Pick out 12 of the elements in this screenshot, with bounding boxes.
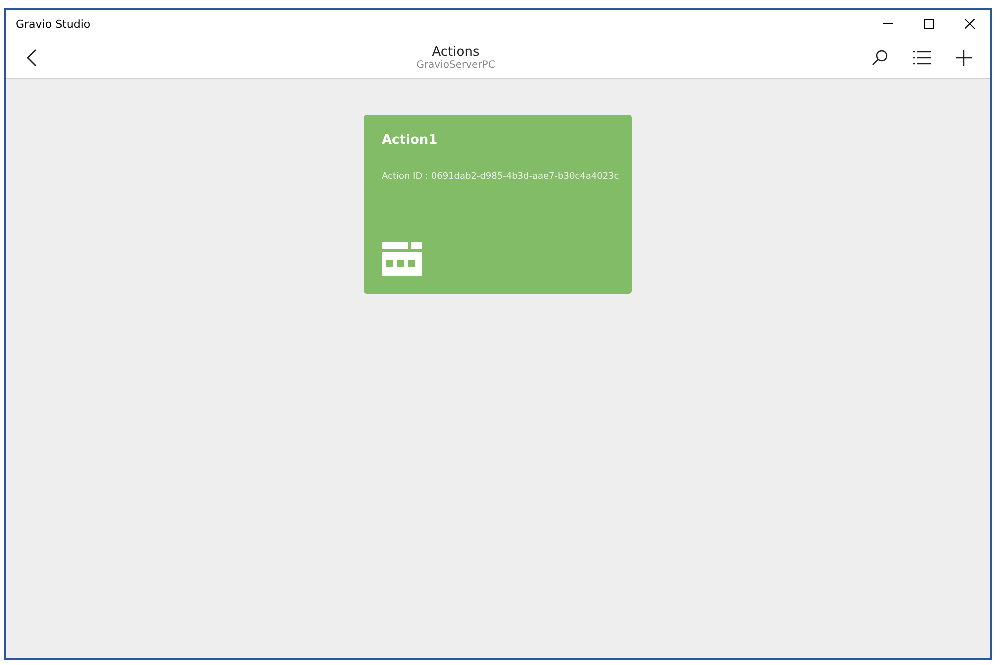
card-title: Action1: [382, 133, 439, 148]
search-icon: [872, 50, 888, 66]
back-icon: [27, 49, 37, 67]
page-title: Actions: [432, 45, 480, 60]
maximize-icon: [924, 19, 934, 29]
plus-icon: [956, 50, 972, 66]
close-icon: [964, 19, 974, 29]
action-card[interactable]: Action1 Action ID : 0691dab2-d985-4b3d-aae7-b30c4a4023c: [364, 115, 632, 294]
table-icon: [382, 242, 422, 276]
window-title: Gravio Studio: [16, 18, 92, 30]
page-subtitle: GravioServerPC: [416, 60, 496, 71]
list-icon: [913, 51, 931, 65]
